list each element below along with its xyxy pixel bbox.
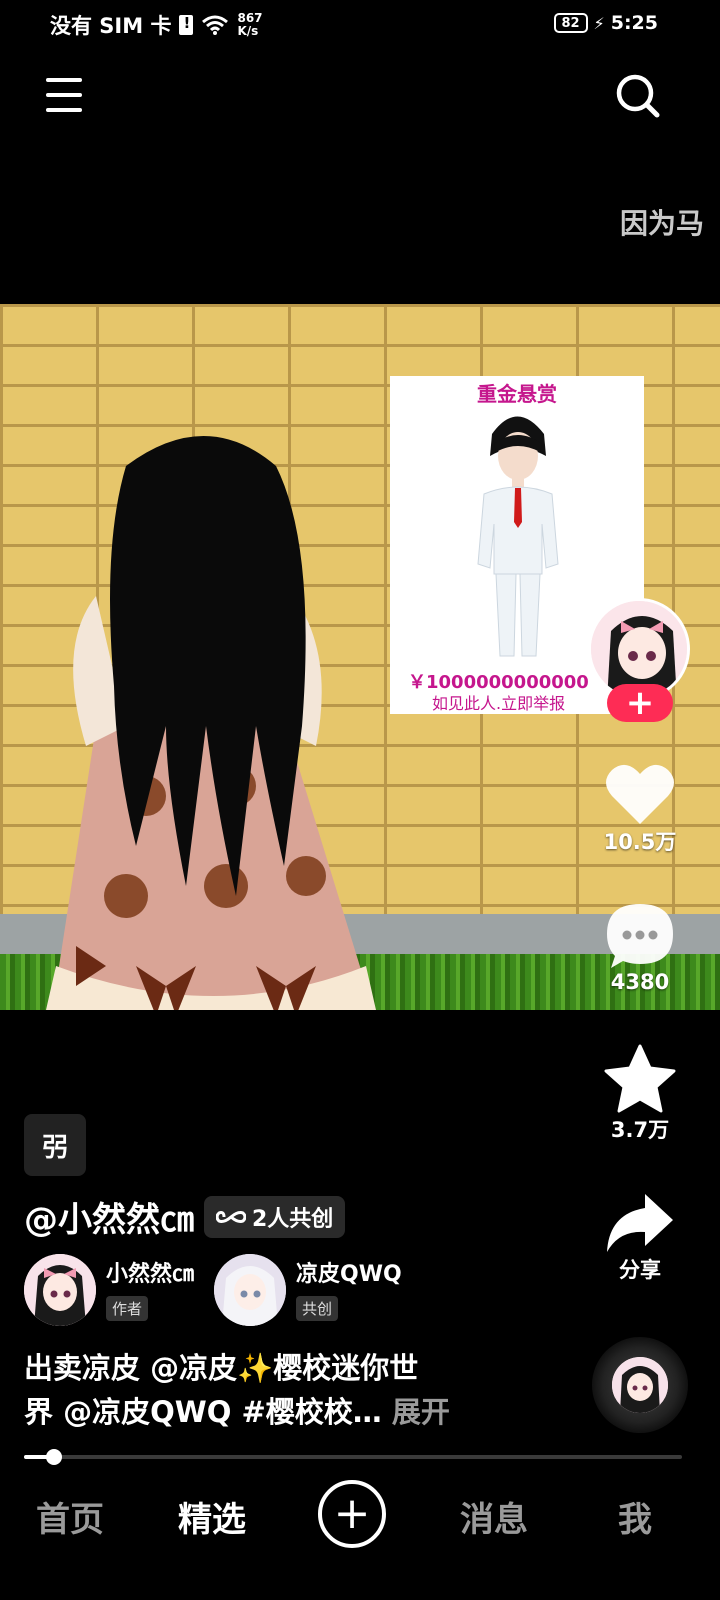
status-right: 82 ⚡ 5:25 [553,12,658,34]
creator-item[interactable]: 凉皮QWQ 共创 [214,1254,402,1326]
battery-level: 82 [561,15,580,31]
charging-icon: ⚡ [593,13,605,33]
favorite-count: 3.7万 [610,1118,670,1142]
comment-count: 4380 [610,970,670,994]
expand-link[interactable]: 展开 [392,1395,450,1429]
like-count: 10.5万 [603,830,677,854]
share-label: 分享 [619,1258,661,1282]
net-speed: 867 K/s [237,12,262,38]
creator-role: 作者 [106,1296,149,1321]
clock: 5:25 [610,12,658,34]
character-girl-image [46,436,376,1010]
poster-figure-image [477,416,559,657]
search-icon[interactable] [614,72,660,118]
star-icon [604,1044,676,1113]
battery-icon: 82 [553,13,588,33]
music-badge[interactable]: 弜 [24,1114,86,1176]
menu-icon[interactable] [46,78,82,112]
comment-icon [607,904,673,968]
marquee-text[interactable]: 因为马 [620,202,704,242]
creator-avatar [214,1254,287,1326]
tab-me[interactable]: 我 [618,1492,652,1541]
music-disc[interactable] [592,1337,688,1433]
favorite-button[interactable]: 3.7万 [600,1044,680,1144]
creator-item[interactable]: 小然然㎝ 作者 [24,1254,194,1326]
share-icon [607,1194,673,1252]
disc-cover-image [612,1357,668,1413]
comment-button[interactable]: 4380 [600,902,680,994]
creator-avatar [24,1254,96,1326]
status-bar: 没有 SIM 卡 867 K/s 82 ⚡ 5:25 [0,0,720,48]
creators-list: 小然然㎝ 作者 凉皮QWQ 共创 [24,1254,402,1326]
video-progress-bar[interactable] [24,1449,682,1465]
bottom-nav: 首页 精选 + 消息 我 [0,1470,720,1600]
poster-title: 重金悬赏 [477,382,557,406]
author-line: @小然然㎝ 2人共创 [24,1192,346,1241]
tab-home[interactable]: 首页 [36,1492,104,1541]
tab-featured[interactable]: 精选 [178,1492,246,1541]
author-name[interactable]: @小然然㎝ [24,1192,194,1241]
carrier-text: 没有 SIM 卡 [50,14,172,38]
net-speed-unit: K/s [237,24,259,38]
cocreate-label: 2人共创 [252,1206,334,1232]
creator-name: 凉皮QWQ [296,1262,402,1287]
status-left: 没有 SIM 卡 867 K/s [50,10,263,40]
wifi-icon [202,15,229,35]
infinity-icon [216,1210,246,1223]
heart-icon [606,764,674,824]
video-caption[interactable]: 出卖凉皮 @凉皮✨樱校迷你世 界 @凉皮QWQ #樱校校… 展开 [24,1346,494,1434]
cocreate-pill[interactable]: 2人共创 [204,1195,346,1238]
creator-role: 共创 [296,1296,339,1321]
creator-name: 小然然㎝ [106,1262,195,1287]
follow-button[interactable]: + [607,684,673,722]
like-button[interactable]: 10.5万 [600,760,680,856]
progress-thumb[interactable] [45,1449,62,1465]
poster-note: 如见此人.立即举报 [432,694,566,713]
caption-line-1: 出卖凉皮 @凉皮✨樱校迷你世 [24,1351,419,1385]
tab-messages[interactable]: 消息 [460,1492,528,1541]
caption-line-2-text: 界 @凉皮QWQ #樱校校… [24,1395,382,1429]
share-button[interactable]: 分享 [600,1192,680,1284]
create-button[interactable]: + [318,1480,386,1548]
caption-line-2: 界 @凉皮QWQ #樱校校… 展开 [24,1390,494,1434]
sim-alert-icon [179,14,194,35]
